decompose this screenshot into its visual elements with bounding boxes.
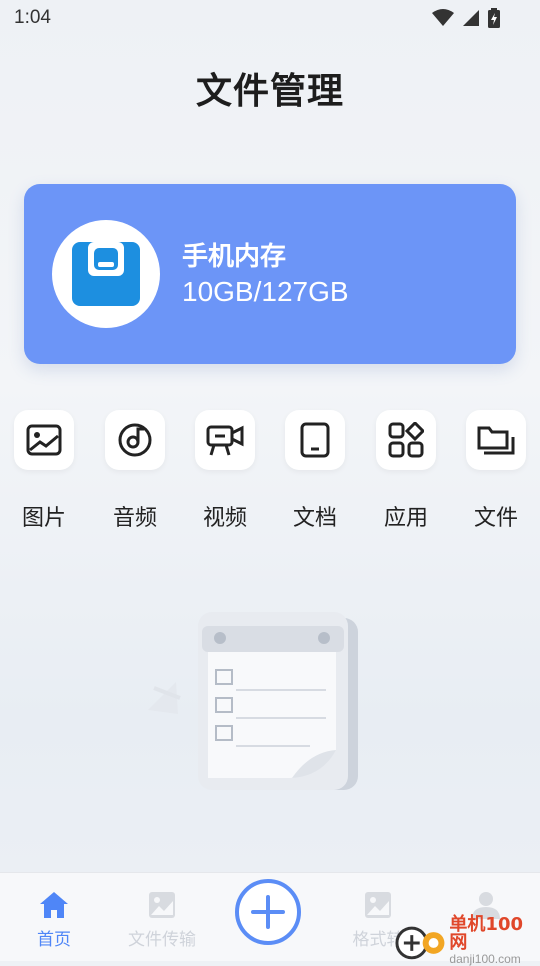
category-documents-label: 文档 [292,506,337,531]
status-time: 1:04 [14,7,51,28]
signal-icon [463,10,479,26]
floppy-disk-icon [72,242,140,306]
storage-name: 手机内存 [182,242,287,272]
apps-icon [388,422,424,458]
category-audio[interactable]: 音频 [103,410,167,532]
category-row: 图片 音频 视频 文档 应用 文件 [0,410,540,540]
tab-home[interactable]: 首页 [4,891,104,950]
add-icon [251,895,285,929]
document-icon [300,422,330,458]
category-apps-tile[interactable] [376,410,436,470]
storage-usage: 10GB/127GB [182,276,349,307]
tab-file-transfer[interactable]: 文件传输 [112,891,212,950]
category-images-tile[interactable] [14,410,74,470]
phone-storage-card[interactable]: 手机内存 10GB/127GB [24,184,516,364]
empty-notepad-illustration [148,612,358,790]
tab-home-label: 首页 [37,930,71,950]
category-video-tile[interactable] [195,410,255,470]
video-camera-icon [206,425,244,456]
music-disc-icon [118,423,152,457]
category-video-label: 视频 [202,506,247,531]
category-documents[interactable]: 文档 [283,410,347,532]
category-images-label: 图片 [21,506,66,531]
battery-icon [488,8,500,28]
status-icons [432,8,500,28]
transfer-image-icon [149,892,175,918]
category-images[interactable]: 图片 [12,410,76,532]
category-video[interactable]: 视频 [193,410,257,532]
category-apps[interactable]: 应用 [374,410,438,532]
category-apps-label: 应用 [383,506,428,531]
tab-file-transfer-label: 文件传输 [128,930,196,950]
category-audio-tile[interactable] [105,410,165,470]
category-documents-tile[interactable] [285,410,345,470]
watermark-logo-icon [395,926,445,960]
status-bar: 1:04 [0,0,540,36]
category-audio-label: 音频 [112,506,157,531]
image-icon [26,424,62,456]
site-watermark: 单机100网 danji100.com [392,916,540,966]
category-files-tile[interactable] [466,410,526,470]
watermark-text: 单机100网 [449,914,523,953]
storage-icon-circle [52,220,160,328]
home-icon [40,892,68,918]
page-title: 文件管理 [195,71,344,112]
wifi-icon [432,9,454,26]
folder-icon [477,426,515,455]
add-button[interactable] [235,879,301,945]
format-convert-icon [365,892,391,918]
watermark-url: danji100.com [449,952,521,966]
category-files[interactable]: 文件 [464,410,528,532]
category-files-label: 文件 [473,506,518,531]
